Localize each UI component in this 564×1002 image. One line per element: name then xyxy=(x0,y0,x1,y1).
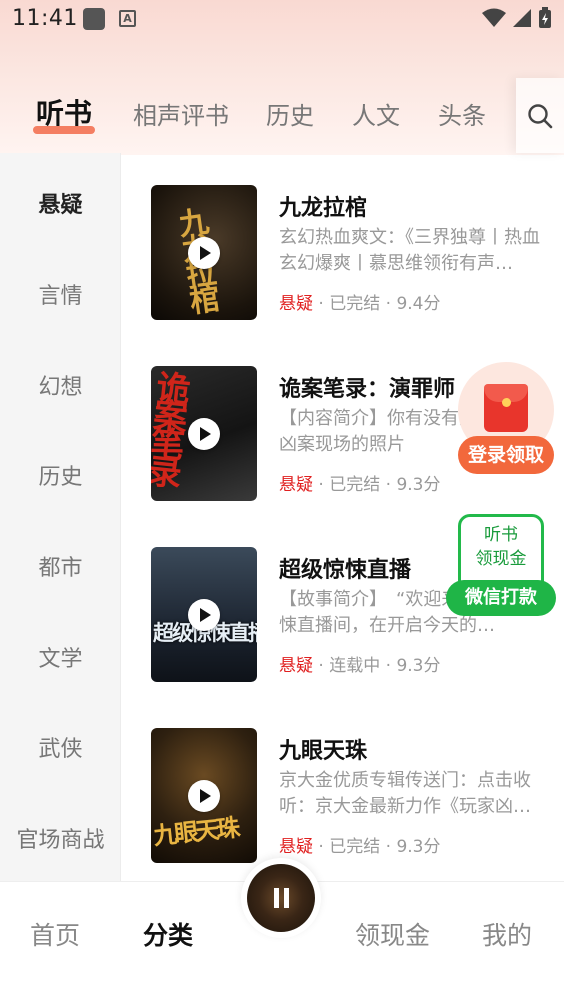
meta-separator: · xyxy=(385,656,392,676)
book-genre: 悬疑 xyxy=(279,475,313,495)
meta-separator: · xyxy=(318,837,324,857)
a11y-icon: A xyxy=(119,10,136,27)
book-meta: 悬疑 · 已完结 · 9.3分 xyxy=(279,470,440,495)
wechat-payout-button[interactable]: 微信打款 xyxy=(446,580,556,616)
book-status: 已完结 xyxy=(329,837,381,857)
red-envelope-seal xyxy=(502,398,511,407)
play-icon xyxy=(188,418,220,450)
listen-cash-line1: 听书 xyxy=(484,525,518,545)
sidebar-item-fantasy[interactable]: 幻想 xyxy=(0,369,121,401)
meta-separator: · xyxy=(318,475,324,495)
book-score: 9.3分 xyxy=(396,837,441,857)
book-description: 玄幻热血爽文：《三界独尊丨热血玄幻爆爽丨慕思维领衔有声… xyxy=(279,227,540,274)
search-button[interactable] xyxy=(516,78,564,153)
login-reward-button[interactable]: 登录领取 xyxy=(458,436,554,474)
battery-icon xyxy=(539,7,551,28)
book-title: 九眼天珠 xyxy=(279,739,368,764)
book-score: 9.3分 xyxy=(396,656,441,676)
book-meta: 悬疑 · 已完结 · 9.3分 xyxy=(279,832,440,857)
sidebar-item-urban[interactable]: 都市 xyxy=(0,550,121,582)
book-genre: 悬疑 xyxy=(279,294,313,314)
meta-separator: · xyxy=(385,475,392,495)
book-item[interactable]: 九眼天珠 九眼天珠 京大金优质专辑传送门：点击收听：京大金最新力作《玩家凶… 悬… xyxy=(151,728,564,863)
listen-cash-line2: 领现金 xyxy=(475,549,527,569)
sidebar-item-literature[interactable]: 文学 xyxy=(0,641,121,673)
book-meta: 悬疑 · 连载中 · 9.3分 xyxy=(279,651,440,676)
tab-history[interactable]: 历史 xyxy=(266,96,314,131)
sidebar-item-suspense[interactable]: 悬疑 xyxy=(0,187,121,219)
book-cover[interactable]: 超级惊悚直播 xyxy=(151,547,257,682)
category-tabs: 听书 相声评书 历史 人文 头条 xyxy=(0,78,564,153)
login-reward-widget[interactable]: 登录领取 xyxy=(458,362,554,480)
pause-icon[interactable] xyxy=(274,888,290,908)
play-icon xyxy=(188,237,220,269)
notification-icon xyxy=(83,8,105,30)
book-description: 京大金优质专辑传送门：点击收听：京大金最新力作《玩家凶… xyxy=(279,770,531,817)
book-status: 已完结 xyxy=(329,294,381,314)
book-title: 诡案笔录：演罪师 xyxy=(279,377,456,402)
mini-player[interactable] xyxy=(241,858,321,938)
meta-separator: · xyxy=(385,837,392,857)
book-title: 超级惊悚直播 xyxy=(279,558,412,583)
sidebar-item-officialdom[interactable]: 官场商战 xyxy=(0,822,121,854)
book-score: 9.4分 xyxy=(396,294,441,314)
status-bar: 11:41 A xyxy=(0,0,564,40)
cover-title-art: 九眼天珠 xyxy=(151,812,239,851)
book-item[interactable]: 九龙拉棺 九龙拉棺 玄幻热血爽文：《三界独尊丨热血玄幻爆爽丨慕思维领衔有声… 悬… xyxy=(151,185,564,320)
sidebar-item-history[interactable]: 历史 xyxy=(0,459,121,491)
tab-humanities[interactable]: 人文 xyxy=(352,96,400,131)
nav-mine[interactable]: 我的 xyxy=(482,916,532,952)
sidebar-item-wuxia[interactable]: 武侠 xyxy=(0,731,121,763)
listen-cash-widget[interactable]: 听书 领现金 微信打款 xyxy=(446,514,560,620)
player-cover-disc xyxy=(247,864,315,932)
book-status: 已完结 xyxy=(329,475,381,495)
signal-icon xyxy=(513,9,531,27)
sidebar-item-romance[interactable]: 言情 xyxy=(0,278,121,310)
nav-category[interactable]: 分类 xyxy=(143,916,193,952)
book-cover[interactable]: 九眼天珠 xyxy=(151,728,257,863)
meta-separator: · xyxy=(385,294,392,314)
nav-home[interactable]: 首页 xyxy=(30,916,80,952)
book-genre: 悬疑 xyxy=(279,837,313,857)
book-genre: 悬疑 xyxy=(279,656,313,676)
book-cover[interactable]: 九龙拉棺 xyxy=(151,185,257,320)
tab-crosstalk[interactable]: 相声评书 xyxy=(133,96,229,131)
status-icons xyxy=(482,7,552,29)
tab-headlines[interactable]: 头条 xyxy=(438,96,486,131)
book-title: 九龙拉棺 xyxy=(279,196,368,221)
wifi-icon xyxy=(482,8,506,27)
red-envelope-icon xyxy=(484,384,528,432)
meta-separator: · xyxy=(318,656,324,676)
tab-active-indicator xyxy=(33,126,95,134)
play-icon xyxy=(188,599,220,631)
search-icon xyxy=(528,103,553,128)
book-cover[interactable]: 诡案笔录 xyxy=(151,366,257,501)
cover-title-art: 诡案笔录 xyxy=(151,368,192,484)
book-status: 连载中 xyxy=(329,656,381,676)
meta-separator: · xyxy=(318,294,324,314)
book-score: 9.3分 xyxy=(396,475,441,495)
nav-earn-cash[interactable]: 领现金 xyxy=(355,916,430,952)
book-meta: 悬疑 · 已完结 · 9.4分 xyxy=(279,289,440,314)
status-time: 11:41 xyxy=(12,6,78,31)
play-icon xyxy=(188,780,220,812)
genre-sidebar: 悬疑 言情 幻想 历史 都市 文学 武侠 官场商战 xyxy=(0,153,121,881)
